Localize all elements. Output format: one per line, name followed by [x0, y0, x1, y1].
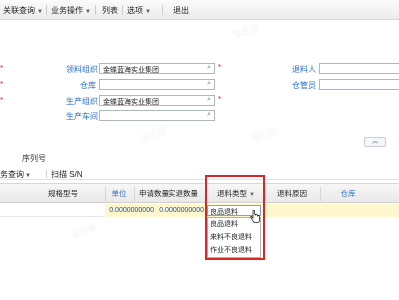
- search-icon[interactable]: ⌕: [207, 111, 211, 119]
- option-operation-defect-return[interactable]: 作业不良退料: [208, 244, 260, 257]
- actual-qty-cell[interactable]: 0.0000000000: [158, 204, 204, 217]
- toolbar-divider: [46, 5, 47, 15]
- entry-grid-header: 规格型号 单位 申请数量 实退数量 退料类型 ▼ 退料原因 仓库: [0, 183, 399, 203]
- exit-button[interactable]: 退出: [173, 5, 189, 16]
- chevron-down-icon: ▼: [25, 173, 31, 179]
- related-query-label: 关联查询: [3, 6, 35, 15]
- required-marker: *: [0, 96, 4, 105]
- hand-cursor-icon: [250, 210, 260, 223]
- production-org-value: 金蝶蓝海实业集团: [103, 99, 159, 106]
- options-label: 选项: [127, 6, 143, 15]
- options-menu[interactable]: 选项 ▼: [127, 5, 151, 16]
- issuing-org-value: 金蝶蓝海实业集团: [103, 67, 159, 74]
- picker-field[interactable]: [319, 63, 399, 74]
- column-divider: [134, 187, 135, 201]
- search-icon[interactable]: ⌕: [207, 96, 211, 104]
- return-type-options: 良品退料 来料不良退料 作业不良退料: [207, 217, 261, 258]
- column-divider: [265, 187, 266, 201]
- production-org-field[interactable]: 金蝶蓝海实业集团 ⌕: [99, 95, 215, 106]
- required-marker: *: [0, 64, 4, 73]
- issuing-org-field[interactable]: 金蝶蓝海实业集团 ⌕: [99, 63, 215, 74]
- entry-toolbar: 务查询▼ 扫描 S/N: [0, 166, 399, 180]
- search-icon[interactable]: ⌕: [207, 64, 211, 72]
- required-marker: *: [0, 80, 4, 89]
- return-type-selected: 良品退料: [210, 209, 238, 216]
- table-row[interactable]: 0.0000000000 0.0000000000: [0, 204, 399, 217]
- scan-sn-button[interactable]: 扫描 S/N: [51, 169, 83, 180]
- business-query-menu[interactable]: 务查询▼: [0, 169, 31, 180]
- toolbar-divider: [162, 5, 163, 15]
- chevron-down-icon: ▼: [85, 9, 91, 15]
- business-query-label: 务查询: [0, 170, 24, 179]
- production-org-label: 生产组织: [66, 97, 98, 106]
- serial-number-title: 序列号: [22, 154, 46, 163]
- business-operation-menu[interactable]: 业务操作 ▼: [51, 5, 91, 16]
- column-spec-model[interactable]: 规格型号: [38, 184, 88, 204]
- toolbar-divider: [122, 5, 123, 15]
- column-actual-qty[interactable]: 实退数量: [162, 184, 204, 204]
- picker-label: 退料人: [292, 65, 316, 74]
- warehouse-field[interactable]: ⌕: [99, 79, 215, 90]
- column-warehouse[interactable]: 仓库: [332, 184, 364, 204]
- watermark: 演示版: [231, 22, 261, 42]
- search-icon[interactable]: ⌕: [207, 80, 211, 88]
- warehouse-keeper-label: 仓管员: [292, 81, 316, 90]
- business-operation-label: 业务操作: [51, 6, 83, 15]
- watermark: 演示版: [69, 222, 99, 242]
- column-unit[interactable]: 单位: [106, 184, 132, 204]
- apply-qty-cell[interactable]: 0.0000000000: [108, 204, 154, 217]
- warehouse-label: 仓库: [80, 81, 96, 90]
- warehouse-keeper-field[interactable]: [319, 79, 399, 90]
- issuing-org-label: 领料组织: [66, 65, 98, 74]
- required-marker: *: [218, 95, 222, 104]
- production-workshop-field[interactable]: ⌕: [99, 110, 215, 121]
- related-query-menu[interactable]: 关联查询 ▼: [3, 5, 43, 16]
- toolbar-divider: [95, 5, 96, 15]
- production-workshop-label: 生产车间: [66, 112, 98, 121]
- toolbar-divider: [46, 170, 47, 178]
- watermark: 演示版: [139, 125, 169, 145]
- column-divider: [320, 187, 321, 201]
- main-toolbar: 关联查询 ▼ 业务操作 ▼ 列表 选项 ▼ 退出: [0, 0, 399, 20]
- chevron-down-icon: ▼: [37, 9, 43, 15]
- chevron-down-icon: ▼: [145, 9, 151, 15]
- collapse-button[interactable]: ︽: [364, 137, 386, 147]
- watermark: 演示版: [249, 125, 279, 145]
- option-incoming-defect-return[interactable]: 来料不良退料: [208, 231, 260, 244]
- list-button[interactable]: 列表: [102, 5, 118, 16]
- required-marker: *: [218, 63, 222, 72]
- column-return-reason[interactable]: 退料原因: [270, 184, 314, 204]
